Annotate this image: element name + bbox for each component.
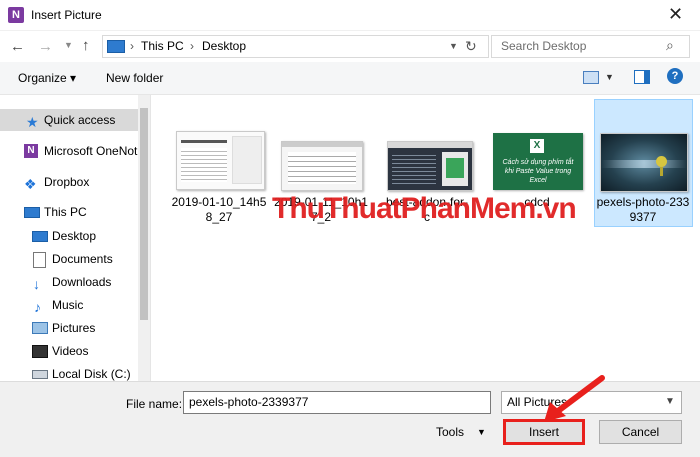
drive-icon <box>32 370 48 379</box>
sidebar-item-label: Microsoft OneNot <box>44 144 138 158</box>
computer-icon <box>24 207 40 218</box>
help-icon[interactable]: ? <box>667 68 683 84</box>
file-name[interactable]: pexels-photo-233 9377 <box>593 195 693 225</box>
file-name-line: 8_27 <box>205 210 233 224</box>
cancel-button[interactable]: Cancel <box>599 420 682 444</box>
annotation-arrow-icon <box>544 375 605 422</box>
file-name[interactable]: 2019-01-10_14h5 8_27 <box>169 195 269 225</box>
file-thumbnail[interactable] <box>281 141 363 191</box>
breadcrumb-this-pc[interactable]: This PC <box>141 39 184 53</box>
star-icon: ★ <box>26 114 39 130</box>
sidebar-item-onenote[interactable]: N Microsoft OneNot <box>0 140 138 162</box>
file-name-line: 2019-01-10_14h5 <box>171 195 267 209</box>
refresh-icon[interactable]: ↻ <box>465 38 477 55</box>
sidebar-item-label: Documents <box>52 252 113 266</box>
sidebar-item-this-pc[interactable]: This PC <box>0 201 138 223</box>
sidebar-item-dropbox[interactable]: ❖ Dropbox <box>0 171 138 193</box>
title-bar: N Insert Picture ✕ <box>0 0 700 31</box>
file-name-line: 9377 <box>629 210 657 224</box>
close-icon[interactable]: ✕ <box>668 4 683 25</box>
file-name-input[interactable]: pexels-photo-2339377 <box>183 391 491 414</box>
new-folder-button[interactable]: New folder <box>106 71 163 85</box>
sidebar-item-videos[interactable]: Videos <box>0 340 138 362</box>
sidebar-item-local-disk[interactable]: Local Disk (C:) <box>0 363 138 381</box>
computer-icon <box>107 40 125 53</box>
excel-icon: X <box>530 139 544 153</box>
onenote-icon: N <box>24 144 38 158</box>
organize-button[interactable]: Organize ▾ <box>18 71 76 85</box>
search-placeholder: Search Desktop <box>501 39 587 53</box>
file-name-value: pexels-photo-2339377 <box>189 395 309 409</box>
sidebar-item-label: Videos <box>52 344 89 358</box>
sidebar-item-label: This PC <box>44 205 87 219</box>
search-icon[interactable]: ⌕ <box>666 37 674 54</box>
onenote-app-icon: N <box>8 7 24 23</box>
preview-pane-icon[interactable] <box>634 70 650 84</box>
tools-button[interactable]: Tools <box>436 425 464 439</box>
desktop-folder-icon <box>32 231 48 242</box>
sidebar-item-documents[interactable]: Documents <box>0 248 138 270</box>
chevron-down-icon[interactable]: ▼ <box>665 396 675 407</box>
address-bar[interactable]: › This PC › Desktop ▼ ↻ <box>102 35 489 58</box>
up-arrow-icon[interactable]: ↑ <box>82 37 90 54</box>
file-name-label: File name: <box>126 397 183 411</box>
file-name-line: pexels-photo-233 <box>596 195 690 209</box>
sidebar-item-label: Quick access <box>44 113 116 127</box>
sidebar-item-label: Music <box>52 298 84 312</box>
chevron-right-icon[interactable]: › <box>190 39 194 53</box>
videos-folder-icon <box>32 345 48 358</box>
breadcrumb-desktop[interactable]: Desktop <box>202 39 246 53</box>
file-thumbnail[interactable] <box>387 141 473 191</box>
recent-locations-chevron-icon[interactable]: ▼ <box>64 40 73 50</box>
file-list: 2019-01-10_14h5 8_27 2019-01-11_10h1 7_2… <box>150 95 700 381</box>
sidebar-item-quick-access[interactable]: ★ Quick access <box>0 109 138 131</box>
documents-folder-icon <box>33 252 46 268</box>
forward-arrow-icon[interactable]: → <box>38 38 53 55</box>
navigation-pane: ★ Quick access N Microsoft OneNot ❖ Drop… <box>0 95 150 381</box>
change-view-icon[interactable] <box>583 71 599 84</box>
file-thumbnail[interactable]: X Cách sử dụng phím tắt khi Paste Value … <box>493 133 583 190</box>
window-title: Insert Picture <box>31 8 102 22</box>
chevron-down-icon[interactable]: ▼ <box>605 72 614 82</box>
sidebar-item-downloads[interactable]: ↓ Downloads <box>0 271 138 293</box>
sidebar-scrollbar-thumb[interactable] <box>140 108 148 320</box>
watermark-text: ThuThuatPhanMem.vn <box>272 192 577 225</box>
search-input[interactable]: Search Desktop ⌕ <box>491 35 690 58</box>
dropbox-icon: ❖ <box>24 176 37 192</box>
chevron-right-icon[interactable]: › <box>130 39 134 53</box>
sidebar-item-label: Local Disk (C:) <box>52 367 131 381</box>
sidebar-item-desktop[interactable]: Desktop <box>0 225 138 247</box>
pictures-folder-icon <box>32 322 48 334</box>
thumbnail-caption: Cách sử dụng phím tắt khi Paste Value tr… <box>502 159 574 184</box>
music-folder-icon: ♪ <box>34 299 41 315</box>
downloads-folder-icon: ↓ <box>33 276 40 292</box>
back-arrow-icon[interactable]: ← <box>10 38 25 55</box>
sidebar-item-label: Pictures <box>52 321 96 335</box>
sidebar-item-label: Desktop <box>52 229 97 243</box>
file-thumbnail[interactable] <box>600 133 688 192</box>
chevron-down-icon[interactable]: ▼ <box>449 41 458 51</box>
sidebar-item-music[interactable]: ♪ Music <box>0 294 138 316</box>
sidebar-item-pictures[interactable]: Pictures <box>0 317 138 339</box>
sidebar-item-label: Downloads <box>52 275 112 289</box>
file-thumbnail[interactable] <box>176 131 265 190</box>
command-bar: Organize ▾ New folder ▼ ? <box>0 62 700 95</box>
chevron-down-icon[interactable]: ▼ <box>477 427 486 437</box>
sidebar-item-label: Dropbox <box>44 175 90 189</box>
